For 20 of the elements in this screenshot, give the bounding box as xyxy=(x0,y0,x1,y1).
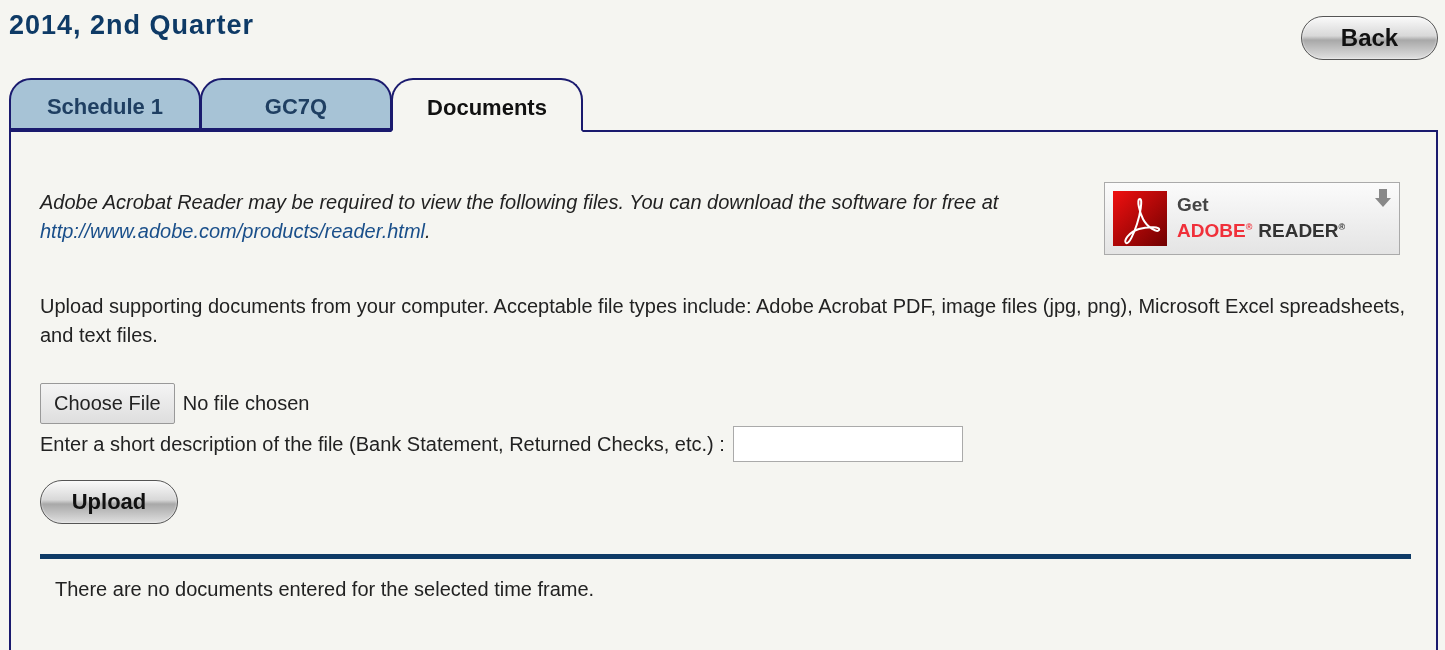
file-status: No file chosen xyxy=(182,391,310,416)
tab[interactable]: Documents xyxy=(391,78,583,132)
description-label: Enter a short description of the file (Bank Statement, Returned Checks, etc.) : xyxy=(40,431,725,457)
download-arrow-icon xyxy=(1375,189,1391,207)
page-title: 2014, 2nd Quarter xyxy=(9,10,255,41)
upload-button[interactable]: Upload xyxy=(40,480,178,524)
upload-instructions: Upload supporting documents from your computer. Acceptable file types include: Adobe Acrobat PDF, image files (jpg, png), Microsoft Excel spreadsheets, and text files. xyxy=(40,294,1407,348)
badge-text: Get xyxy=(1177,194,1210,217)
description-field[interactable] xyxy=(732,426,963,462)
document-logo-icon xyxy=(1113,191,1167,246)
back-button[interactable]: Back xyxy=(1301,16,1438,60)
badge-product: READER$^{®}$ xyxy=(1258,219,1346,243)
get-reader-badge[interactable]: Get ADOBE$^{®}$ READER$^{®}$ xyxy=(1104,182,1400,255)
badge-brand: ADOBE$^{®}$ xyxy=(1177,219,1253,243)
tab[interactable]: Schedule 1 xyxy=(9,78,201,130)
empty-message: There are no documents entered for the selected time frame. xyxy=(55,577,596,602)
reader-link[interactable]: http://www.adobe.com/products/reader.html xyxy=(40,220,425,242)
tab[interactable]: GC7Q xyxy=(200,78,392,130)
notice-text: Adobe Acrobat Reader may be required to view the following files. You can download the software for free at http://www.adobe.com/products/reader.html. xyxy=(40,190,1000,244)
choose-file-button[interactable]: Choose File xyxy=(40,383,175,424)
